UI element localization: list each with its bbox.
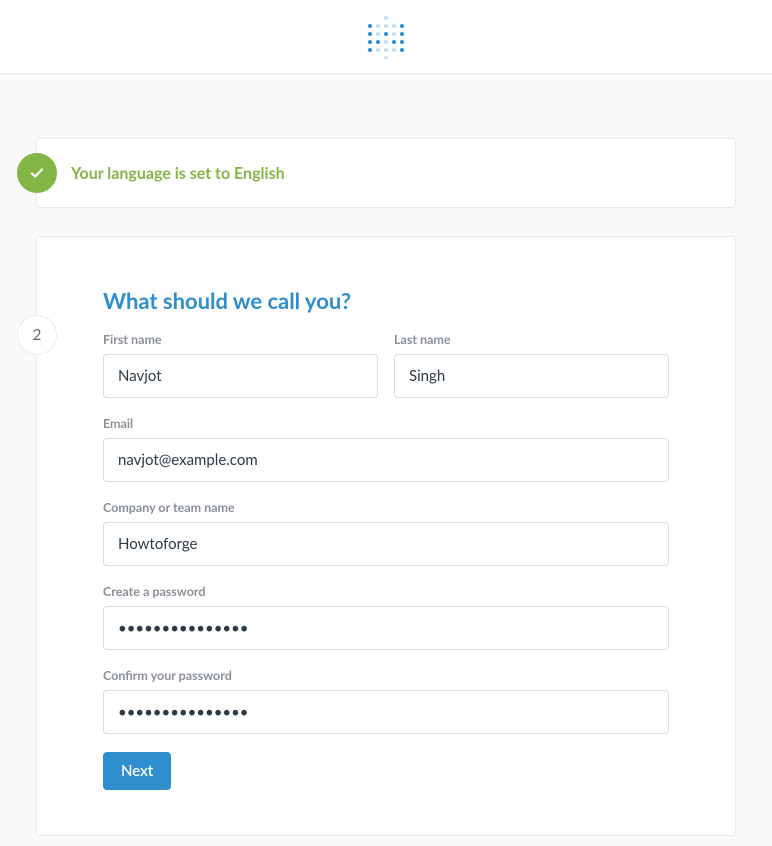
label-company: Company or team name xyxy=(103,500,669,515)
step-marker-2: 2 xyxy=(17,315,57,355)
step-user-card: 2 What should we call you? First name La… xyxy=(36,236,736,836)
confirm-password-input[interactable] xyxy=(103,690,669,734)
setup-container: Your language is set to English 2 What s… xyxy=(0,138,772,836)
company-input[interactable] xyxy=(103,522,669,566)
email-input[interactable] xyxy=(103,438,669,482)
step-language-card: Your language is set to English xyxy=(36,138,736,208)
form-title: What should we call you? xyxy=(103,287,669,314)
check-icon xyxy=(29,165,45,181)
field-password: Create a password xyxy=(103,584,669,650)
field-email: Email xyxy=(103,416,669,482)
password-input[interactable] xyxy=(103,606,669,650)
app-header xyxy=(0,0,772,74)
next-button[interactable]: Next xyxy=(103,752,171,790)
step-marker-done xyxy=(17,153,57,193)
step-number: 2 xyxy=(33,326,42,344)
step-language-title: Your language is set to English xyxy=(71,164,285,183)
metabase-logo xyxy=(364,15,408,59)
field-company: Company or team name xyxy=(103,500,669,566)
label-last-name: Last name xyxy=(394,332,669,347)
field-confirm-password: Confirm your password xyxy=(103,668,669,734)
label-first-name: First name xyxy=(103,332,378,347)
label-email: Email xyxy=(103,416,669,431)
field-last-name: Last name xyxy=(394,332,669,398)
first-name-input[interactable] xyxy=(103,354,378,398)
label-confirm-password: Confirm your password xyxy=(103,668,669,683)
label-password: Create a password xyxy=(103,584,669,599)
field-first-name: First name xyxy=(103,332,378,398)
last-name-input[interactable] xyxy=(394,354,669,398)
